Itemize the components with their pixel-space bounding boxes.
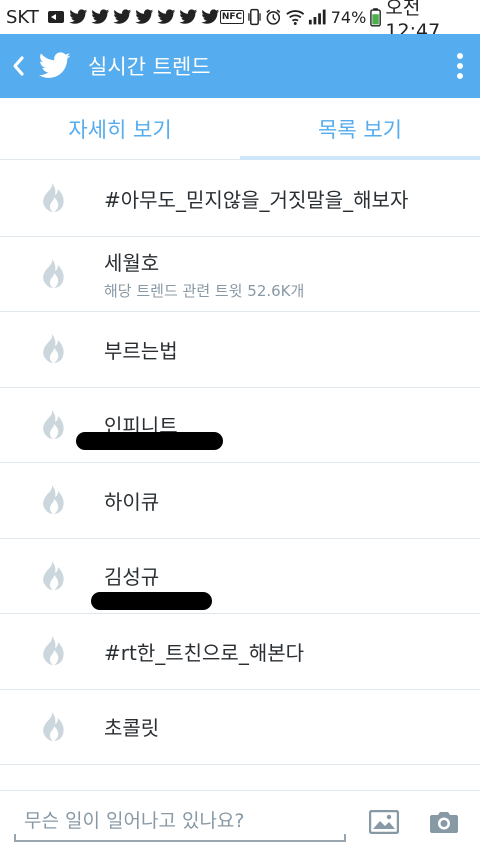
trend-row[interactable]: 부르는법 xyxy=(0,312,480,388)
flame-icon xyxy=(43,409,64,439)
tab-detail-view[interactable]: 자세히 보기 xyxy=(0,98,240,159)
flame-icon xyxy=(43,183,64,213)
alarm-icon xyxy=(266,9,281,25)
chevron-left-icon xyxy=(13,56,24,76)
back-button[interactable] xyxy=(2,34,34,98)
nfc-icon: NFC xyxy=(219,10,245,24)
trend-list: #아무도_믿지않을_거짓말을_해보자 세월호 해당 트렌드 관련 트윗 52.6… xyxy=(0,161,480,765)
trend-name: 부르는법 xyxy=(104,338,178,363)
trend-name: #아무도_믿지않을_거짓말을_해보자 xyxy=(104,187,409,212)
twitter-notification-icon xyxy=(179,9,198,24)
twitter-notification-icon xyxy=(135,9,154,24)
app-bar: 실시간 트렌드 xyxy=(0,34,480,98)
trend-row[interactable]: 초콜릿 xyxy=(0,690,480,765)
vibrate-icon xyxy=(248,8,261,26)
signal-icon xyxy=(309,9,326,25)
battery-icon xyxy=(370,8,382,27)
trend-row[interactable]: 김성규 xyxy=(0,539,480,614)
trend-row[interactable]: 세월호 해당 트렌드 관련 트윗 52.6K개 xyxy=(0,237,480,312)
redaction-mark xyxy=(76,431,223,450)
trend-name: 하이큐 xyxy=(104,489,160,514)
tweet-composer xyxy=(0,790,480,853)
trend-tweet-count: 해당 트렌드 관련 트윗 52.6K개 xyxy=(104,281,305,300)
camera-icon xyxy=(430,812,458,833)
flame-icon xyxy=(43,711,64,741)
trend-name: #rt한_트친으로_해본다 xyxy=(104,640,305,665)
more-vertical-icon xyxy=(457,53,463,79)
add-photo-button[interactable] xyxy=(364,802,404,842)
tweet-input[interactable] xyxy=(14,802,346,840)
trend-row[interactable]: #rt한_트친으로_해본다 xyxy=(0,614,480,690)
flame-icon xyxy=(43,560,64,590)
trend-row[interactable]: #아무도_믿지않을_거짓말을_해보자 xyxy=(0,161,480,237)
flame-icon xyxy=(43,258,64,288)
twitter-logo-icon xyxy=(38,52,71,78)
twitter-notification-icon xyxy=(157,9,176,24)
image-icon xyxy=(369,810,399,834)
message-icon xyxy=(47,11,64,23)
page-title: 실시간 트렌드 xyxy=(88,55,211,79)
twitter-notification-icon xyxy=(91,9,110,24)
flame-icon xyxy=(43,334,64,364)
trend-name: 김성규 xyxy=(104,565,160,590)
twitter-notification-icon xyxy=(113,9,132,24)
tab-list-view[interactable]: 목록 보기 xyxy=(240,98,480,160)
trend-row[interactable]: 하이큐 xyxy=(0,463,480,539)
twitter-notification-icon xyxy=(201,9,220,24)
flame-icon xyxy=(43,636,64,666)
redaction-mark xyxy=(91,591,212,610)
overflow-menu-button[interactable] xyxy=(440,34,480,98)
wifi-icon xyxy=(286,10,304,25)
tweet-input-wrap xyxy=(14,802,346,842)
trend-name: 세월호 xyxy=(104,250,160,275)
twitter-notification-icon xyxy=(69,9,88,24)
flame-icon xyxy=(43,485,64,515)
status-bar: SKT NFC 74% 오전 12:47 xyxy=(0,0,480,42)
camera-button[interactable] xyxy=(424,802,464,842)
battery-percent: 74% xyxy=(330,7,367,27)
carrier-label: SKT xyxy=(6,6,39,28)
view-tabs: 자세히 보기 목록 보기 xyxy=(0,98,480,160)
trend-row[interactable]: 인피니트 xyxy=(0,388,480,463)
notification-icons xyxy=(47,9,220,25)
trend-name: 초콜릿 xyxy=(104,716,160,741)
